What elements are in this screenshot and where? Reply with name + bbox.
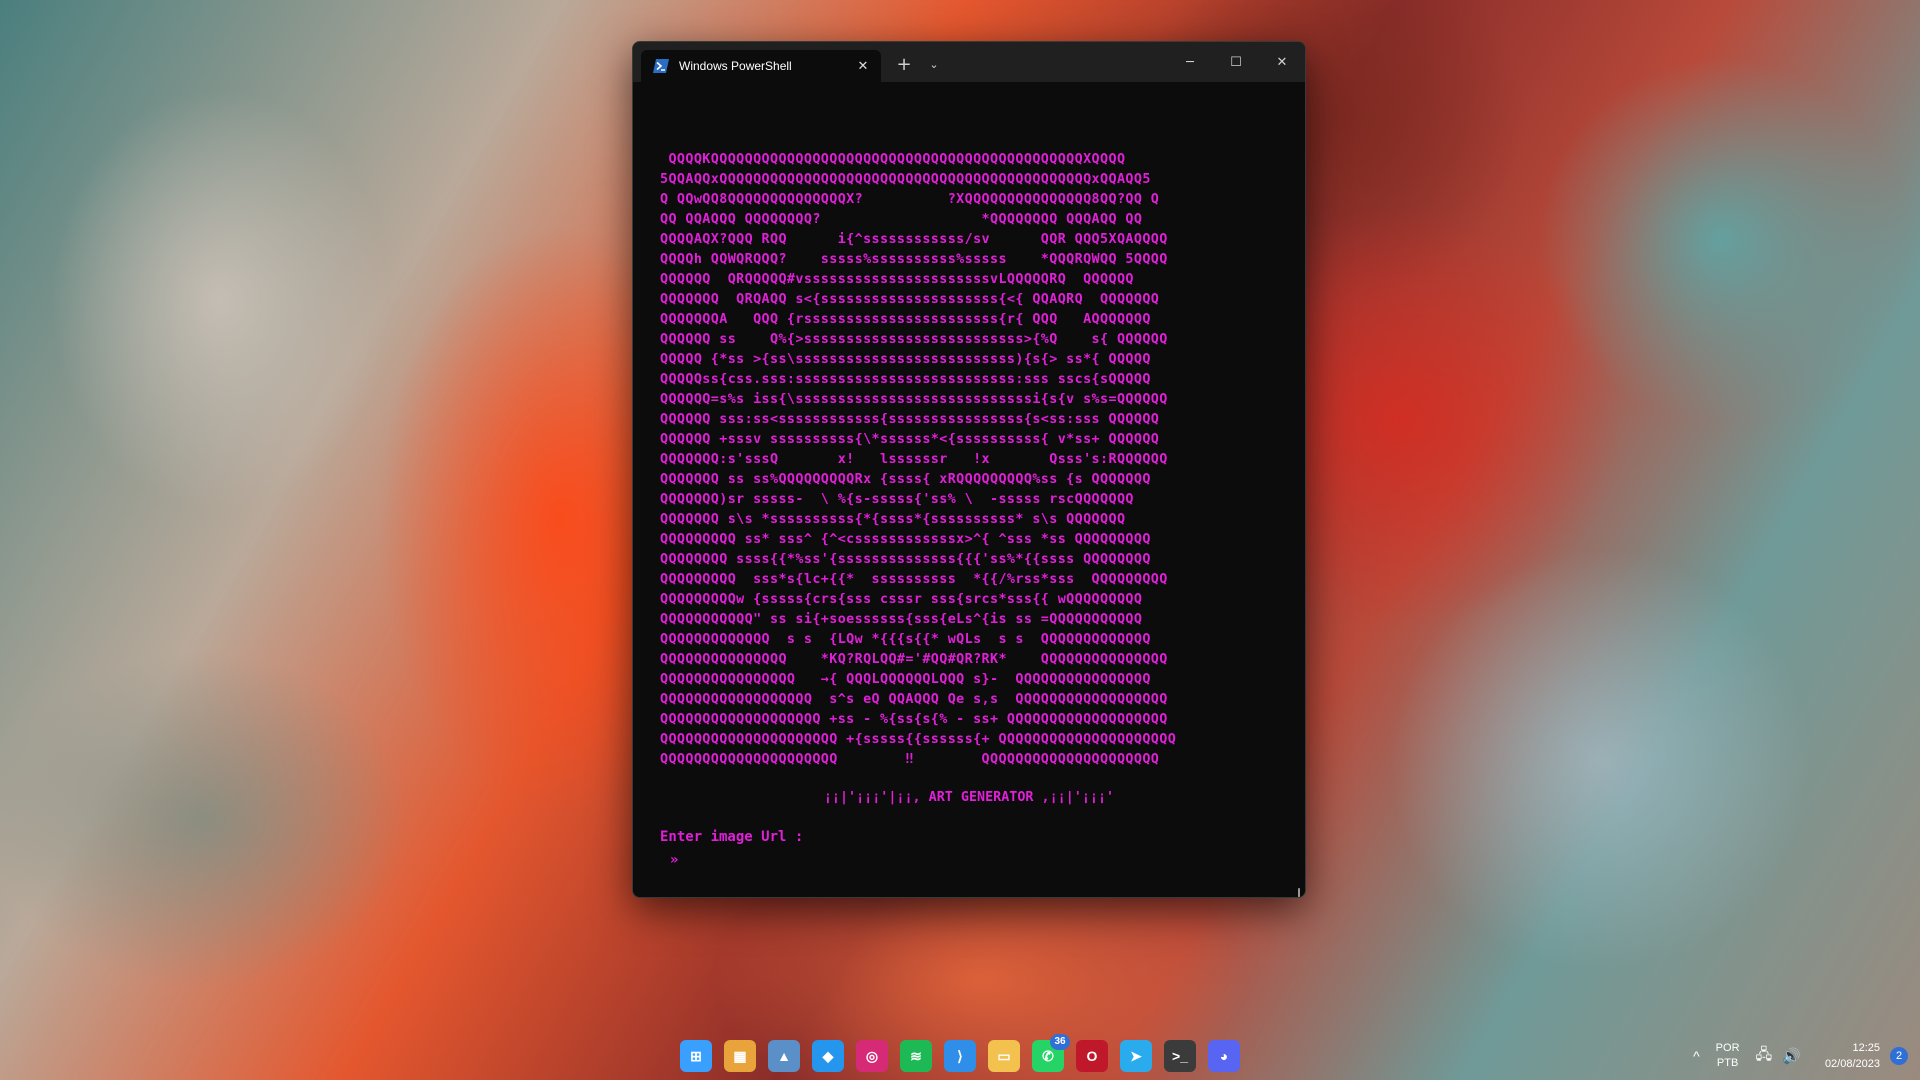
widgets-glyph: ▦ [733, 1047, 747, 1064]
language-code: POR [1715, 1042, 1740, 1054]
spotify-glyph: ≋ [910, 1047, 922, 1064]
opera-icon[interactable]: O [1076, 1040, 1108, 1072]
volume-icon[interactable]: 🔊 [1782, 1047, 1801, 1065]
title-bar[interactable]: Windows PowerShell ✕ + ⌄ ─ ☐ ✕ [633, 42, 1305, 82]
powershell-icon [653, 58, 669, 74]
telegram-glyph: ➤ [1130, 1047, 1142, 1064]
minimize-button[interactable]: ─ [1167, 42, 1213, 82]
vscode-icon[interactable]: ⟩ [944, 1040, 976, 1072]
telegram-icon[interactable]: ➤ [1120, 1040, 1152, 1072]
scrollbar[interactable] [1298, 888, 1300, 897]
widgets-icon[interactable]: ▦ [724, 1040, 756, 1072]
spotify-icon[interactable]: ≋ [900, 1040, 932, 1072]
photos-glyph: ▲ [777, 1048, 791, 1064]
vscode-glyph: ⟩ [957, 1047, 963, 1064]
unread-count-badge: 36 [1050, 1034, 1070, 1050]
powershell-window[interactable]: Windows PowerShell ✕ + ⌄ ─ ☐ ✕ QQQQKQQQQ… [632, 41, 1306, 898]
maximize-button[interactable]: ☐ [1213, 42, 1259, 82]
file-explorer-icon[interactable]: ▭ [988, 1040, 1020, 1072]
notification-badge[interactable]: 2 [1890, 1047, 1908, 1065]
clock-date: 02/08/2023 [1824, 1058, 1880, 1070]
tab-title: Windows PowerShell [679, 59, 792, 73]
photos-icon[interactable]: ▲ [768, 1040, 800, 1072]
image-url-prompt: Enter image Url : [660, 829, 804, 845]
discord-icon[interactable]: ◕ [1208, 1040, 1240, 1072]
system-tray: ^ POR PTB 🖧 🔊 12:25 02/08/2023 2 [1693, 1032, 1920, 1080]
input-cursor[interactable]: » [670, 852, 678, 868]
whatsapp-icon[interactable]: ✆ 36 [1032, 1034, 1070, 1072]
close-button[interactable]: ✕ [1259, 42, 1305, 82]
windows-start-icon[interactable]: ⊞ [680, 1040, 712, 1072]
discord-glyph: ◕ [1219, 1048, 1229, 1064]
instagram-glyph: ◎ [865, 1047, 879, 1064]
clock-time: 12:25 [1852, 1042, 1880, 1054]
windows-start-glyph: ⊞ [690, 1047, 702, 1064]
whatsapp-glyph: ✆ [1042, 1047, 1054, 1064]
show-hidden-icons-chevron-icon[interactable]: ^ [1693, 1048, 1700, 1064]
terminal-icon[interactable]: >_ [1164, 1040, 1196, 1072]
file-explorer-glyph: ▭ [997, 1047, 1011, 1064]
docker-icon[interactable]: ◆ [812, 1040, 844, 1072]
opera-glyph: O [1086, 1048, 1098, 1064]
language-indicator[interactable]: POR PTB [1716, 1041, 1740, 1071]
new-tab-button[interactable]: + [889, 50, 919, 78]
tab-close-icon[interactable]: ✕ [851, 54, 875, 78]
tab-dropdown-button[interactable]: ⌄ [919, 50, 949, 78]
docker-glyph: ◆ [822, 1047, 834, 1064]
ascii-art: QQQQKQQQQQQQQQQQQQQQQQQQQQQQQQQQQQQQQQQQ… [660, 152, 1177, 767]
clock[interactable]: 12:25 02/08/2023 [1825, 1040, 1880, 1072]
instagram-icon[interactable]: ◎ [856, 1040, 888, 1072]
taskbar: ⊞ ▦ ▲ ◆ ◎ ≋ ⟩ ▭ ✆ 36 O ➤ >_ ◕ ^ POR PTB 🖧 🔊 12:25 02/… [0, 1032, 1920, 1080]
network-icon[interactable]: 🖧 [1756, 1044, 1773, 1069]
tab-windows-powershell[interactable]: Windows PowerShell ✕ [641, 50, 881, 82]
taskbar-apps: ⊞ ▦ ▲ ◆ ◎ ≋ ⟩ ▭ ✆ 36 O ➤ >_ ◕ [680, 1032, 1240, 1080]
keyboard-layout: PTB [1716, 1057, 1739, 1069]
terminal-glyph: >_ [1172, 1048, 1188, 1064]
art-generator-banner: ¡¡|'¡¡¡'|¡¡, ART GENERATOR ,¡¡|'¡¡¡' [823, 790, 1115, 805]
terminal-output[interactable]: QQQQKQQQQQQQQQQQQQQQQQQQQQQQQQQQQQQQQQQQ… [633, 82, 1305, 897]
